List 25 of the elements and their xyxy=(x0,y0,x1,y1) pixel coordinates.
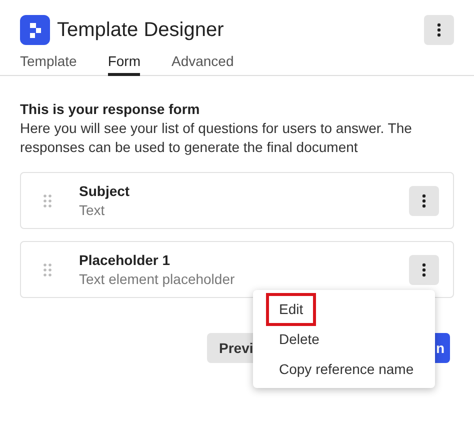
app-logo-icon xyxy=(20,15,50,45)
question-card[interactable]: Subject Text xyxy=(20,172,454,229)
app-title: Template Designer xyxy=(57,18,224,43)
menu-item[interactable]: Edit xyxy=(266,292,316,326)
drag-handle-icon[interactable] xyxy=(43,262,52,276)
more-options-button[interactable] xyxy=(424,15,454,45)
more-vertical-icon xyxy=(422,194,426,208)
more-vertical-icon xyxy=(437,23,441,37)
menu-item[interactable]: Delete xyxy=(266,322,332,356)
question-type: Text xyxy=(79,200,106,220)
preview-button[interactable]: Previ xyxy=(207,333,253,363)
section-description: Here you will see your list of questions for users to answer. The responses can be used to generate the final document xyxy=(20,119,413,157)
question-type: Text element placeholder xyxy=(79,270,236,288)
menu-item[interactable]: Copy reference name xyxy=(266,352,427,386)
primary-button[interactable]: n xyxy=(435,333,450,363)
more-options-button[interactable] xyxy=(409,186,439,216)
question-title: Placeholder 1 xyxy=(79,250,172,270)
tab[interactable]: Template xyxy=(20,51,77,76)
more-vertical-icon xyxy=(422,262,426,276)
more-options-button[interactable] xyxy=(409,254,439,284)
section-heading: This is your response form xyxy=(20,100,201,119)
tab[interactable]: Form xyxy=(108,51,140,76)
question-title: Subject xyxy=(79,182,131,200)
drag-handle-icon[interactable] xyxy=(43,194,52,208)
tab[interactable]: Advanced xyxy=(171,51,234,76)
